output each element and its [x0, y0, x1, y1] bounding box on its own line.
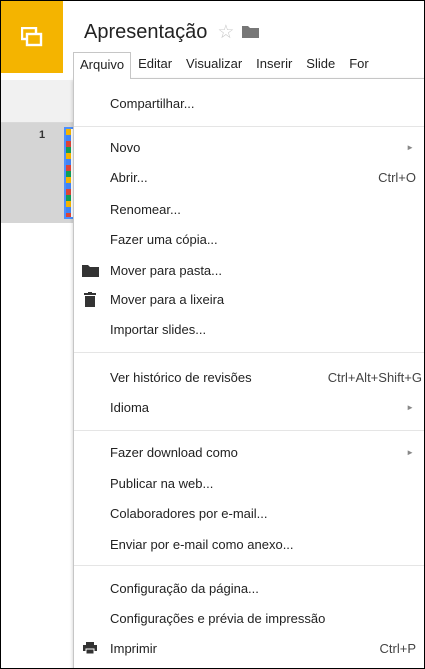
document-title-area: Apresentação ☆: [84, 21, 260, 44]
menu-item-shortcut: Ctrl+Alt+Shift+G: [327, 369, 422, 385]
menu-item-shortcut: Ctrl+O: [378, 169, 416, 185]
file-menu: Compartilhar... Novo ► Abrir... Ctrl+O R…: [73, 78, 424, 668]
menu-item-label: Mover para pasta...: [110, 262, 222, 278]
menu-arquivo[interactable]: Arquivo: [73, 52, 132, 79]
slide-number: 1: [39, 129, 46, 141]
menu-item-label: Idioma: [110, 399, 150, 415]
menu-item-import-slides[interactable]: Importar slides...: [74, 317, 424, 341]
menu-item-language[interactable]: Idioma ►: [74, 395, 424, 419]
menu-item-label: Abrir...: [110, 169, 148, 185]
menu-item-email-attachment[interactable]: Enviar por e-mail como anexo...: [74, 532, 424, 556]
menu-item-label: Fazer download como: [110, 444, 238, 460]
slide-thumbnail-graphic: [66, 129, 71, 217]
folder-icon: [82, 264, 99, 277]
menu-item-print-settings[interactable]: Configurações e prévia de impressão: [74, 606, 424, 630]
menu-item-revision-history[interactable]: Ver histórico de revisões Ctrl+Alt+Shift…: [74, 365, 424, 389]
menu-item-rename[interactable]: Renomear...: [74, 197, 424, 221]
menu-item-move-to-trash[interactable]: Mover para a lixeira: [74, 287, 424, 311]
menu-item-label: Compartilhar...: [110, 95, 195, 111]
menu-item-label: Renomear...: [110, 201, 181, 217]
printer-icon: [83, 642, 97, 654]
slides-logo[interactable]: [1, 1, 63, 73]
menu-item-label: Ver histórico de revisões: [110, 369, 252, 385]
menu-item-share[interactable]: Compartilhar...: [74, 91, 424, 115]
menu-item-shortcut: Ctrl+P: [379, 640, 416, 656]
trash-icon: [84, 291, 96, 307]
submenu-arrow-icon: ►: [406, 142, 414, 152]
slides-logo-icon: [21, 27, 43, 47]
submenu-arrow-icon: ►: [406, 447, 414, 457]
menu-separator: [74, 565, 424, 566]
menu-item-label: Imprimir: [110, 640, 157, 656]
menu-item-email-collaborators[interactable]: Colaboradores por e-mail...: [74, 501, 424, 525]
menu-item-publish-web[interactable]: Publicar na web...: [74, 471, 424, 495]
menu-slide[interactable]: Slide: [299, 52, 342, 74]
menu-inserir[interactable]: Inserir: [249, 52, 299, 74]
menu-item-label: Fazer uma cópia...: [110, 231, 218, 247]
menu-item-label: Enviar por e-mail como anexo...: [110, 536, 294, 552]
menu-visualizar[interactable]: Visualizar: [179, 52, 249, 74]
menu-separator: [74, 352, 424, 353]
menu-item-page-setup[interactable]: Configuração da página...: [74, 576, 424, 600]
menu-item-new[interactable]: Novo ►: [74, 135, 424, 159]
menu-item-label: Publicar na web...: [110, 475, 214, 491]
menu-item-download-as[interactable]: Fazer download como ►: [74, 440, 424, 464]
menu-bar: Arquivo Editar Visualizar Inserir Slide …: [73, 52, 376, 79]
document-title[interactable]: Apresentação: [84, 21, 207, 44]
folder-icon[interactable]: [242, 21, 260, 44]
menu-item-label: Configuração da página...: [110, 580, 259, 596]
menu-formatar[interactable]: For: [342, 52, 376, 74]
menu-item-label: Colaboradores por e-mail...: [110, 505, 268, 521]
menu-item-label: Novo: [110, 139, 141, 155]
menu-editar[interactable]: Editar: [131, 52, 179, 74]
menu-separator: [74, 430, 424, 431]
app-window: Apresentação ☆ Arquivo Editar Visualizar…: [0, 0, 425, 669]
menu-item-print[interactable]: Imprimir Ctrl+P: [74, 636, 424, 660]
menu-separator: [74, 126, 424, 127]
menu-item-label: Importar slides...: [110, 321, 207, 337]
menu-item-label: Configurações e prévia de impressão: [110, 610, 326, 626]
submenu-arrow-icon: ►: [406, 402, 414, 412]
menu-item-move-to-folder[interactable]: Mover para pasta...: [74, 258, 424, 282]
menu-item-make-copy[interactable]: Fazer uma cópia...: [74, 227, 424, 251]
menu-item-open[interactable]: Abrir... Ctrl+O: [74, 165, 424, 189]
menu-item-label: Mover para a lixeira: [110, 291, 225, 307]
star-icon[interactable]: ☆: [217, 23, 234, 42]
